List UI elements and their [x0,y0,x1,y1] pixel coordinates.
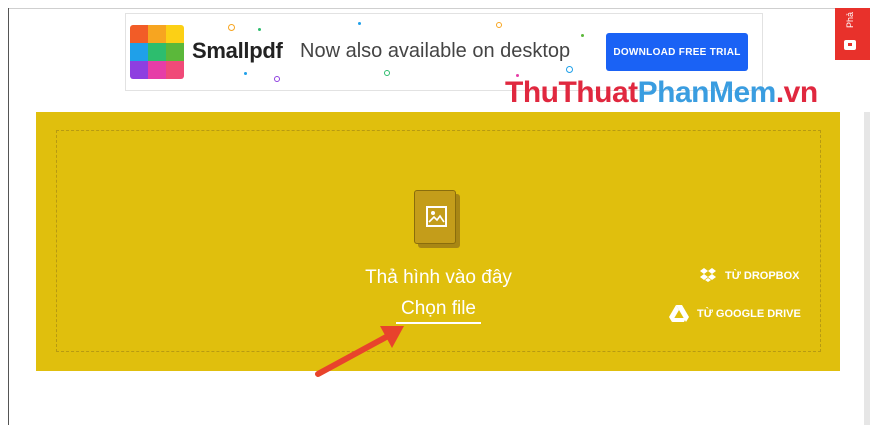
mountain-icon [428,211,445,223]
google-drive-icon [669,305,689,322]
confetti-dot [244,72,247,75]
watermark-part1: ThuThuat [505,76,638,109]
confetti-dot [384,70,390,76]
gift-icon [844,40,856,50]
window-top-border [8,8,870,9]
confetti-dot [496,22,502,28]
watermark-part2: PhanMem [637,76,777,109]
confetti-dot [358,22,361,25]
watermark-part3: .vn [775,76,818,109]
watermark: ThuThuatPhanMem.vn [505,76,818,110]
side-feedback-tab[interactable]: Phả [835,8,870,60]
picture-icon [426,206,447,227]
file-sheet-front [414,190,456,244]
scrollbar[interactable] [864,112,870,425]
smallpdf-logo-icon [130,25,184,79]
file-drop-zone[interactable]: Thả hình vào đây Chọn file TỪ DROPBOX TỪ… [36,112,840,371]
dropbox-icon [700,268,716,282]
confetti-dot [258,28,261,31]
from-google-drive-button[interactable]: TỪ GOOGLE DRIVE [669,305,801,322]
confetti-dot [274,76,280,82]
window-left-border [8,8,9,425]
confetti-dot [228,24,235,31]
confetti-dot [566,66,573,73]
red-arrow-annotation [315,326,404,377]
drop-here-text: Thả hình vào đây [365,267,512,288]
google-drive-label: TỪ GOOGLE DRIVE [697,307,801,320]
from-dropbox-button[interactable]: TỪ DROPBOX [699,268,800,283]
ad-brand: Smallpdf [192,38,283,63]
image-file-icon [414,190,460,248]
ad-tagline: Now also available on desktop [300,40,571,62]
dropbox-label: TỪ DROPBOX [725,269,800,282]
side-tab-label: Phả [845,12,855,29]
download-free-trial-button[interactable]: DOWNLOAD FREE TRIAL [606,33,748,71]
confetti-dot [581,34,584,37]
